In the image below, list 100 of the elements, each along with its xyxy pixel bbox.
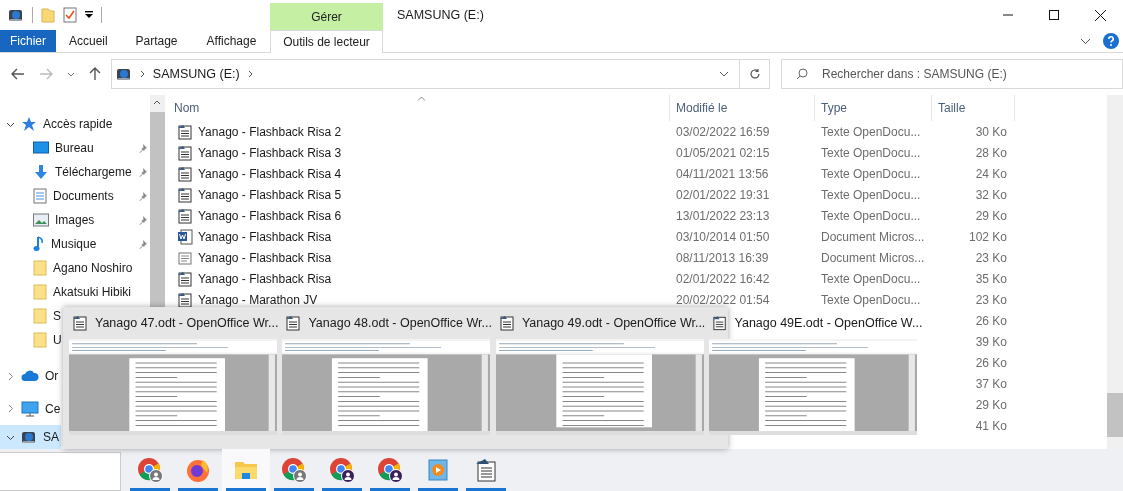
nav-item[interactable]: U xyxy=(0,328,64,352)
window-thumbnail[interactable]: Yanago 48.odt - OpenOffice Wr... xyxy=(282,307,492,449)
file-name[interactable]: Yanago - Flashback Risa xyxy=(198,250,332,265)
nav-item[interactable]: Téléchargeme xyxy=(0,160,150,184)
file-size: 35 Ko xyxy=(975,271,1007,286)
back-arrow-icon[interactable] xyxy=(11,68,25,80)
nav-item[interactable]: Documents xyxy=(0,184,150,208)
window-thumbnail[interactable]: Yanago 49E.odt - OpenOffice W... xyxy=(709,307,923,449)
recent-dropdown-icon[interactable] xyxy=(66,71,75,77)
column-header[interactable]: Taille xyxy=(932,95,1015,121)
chevron-right-icon[interactable] xyxy=(139,70,145,78)
file-size: 29 Ko xyxy=(975,397,1007,412)
nav-item[interactable]: Ce xyxy=(0,392,63,425)
nav-item[interactable]: Images xyxy=(0,208,150,232)
search-field[interactable] xyxy=(0,452,121,491)
scroll-up-icon[interactable] xyxy=(153,100,162,105)
writer-document-icon xyxy=(177,270,193,287)
search-field[interactable]: Rechercher dans : SAMSUNG (E:) xyxy=(781,59,1123,89)
scrollbar[interactable] xyxy=(1107,95,1123,449)
nav-label: Ce xyxy=(45,401,61,416)
scroll-thumb[interactable] xyxy=(1107,393,1123,437)
modified-date: 13/01/2022 23:13 xyxy=(676,208,770,223)
nav-item[interactable]: Musique xyxy=(0,232,150,256)
customize-dropdown-icon[interactable] xyxy=(85,11,93,19)
nav-label: Bureau xyxy=(55,141,94,155)
expand-ribbon-icon[interactable] xyxy=(1080,37,1091,45)
writer-document-icon xyxy=(712,315,728,331)
nav-item[interactable]: SA xyxy=(0,425,61,449)
column-header[interactable]: Modifié le xyxy=(670,95,815,121)
modified-date: 02/01/2022 16:42 xyxy=(676,271,770,286)
close-icon[interactable] xyxy=(1095,9,1106,21)
ribbon-tab[interactable]: Partage xyxy=(120,30,193,52)
pin-icon[interactable] xyxy=(137,215,148,225)
writer-document-icon xyxy=(177,123,193,140)
file-type: Texte OpenDocu... xyxy=(821,124,921,139)
dropdown-chevron-icon[interactable] xyxy=(719,71,730,77)
writer-document-icon xyxy=(177,165,193,182)
file-size: 28 Ko xyxy=(975,145,1007,160)
file-size: 26 Ko xyxy=(975,355,1007,370)
chevron-right-icon[interactable] xyxy=(247,70,253,78)
chevron-right-icon[interactable] xyxy=(6,371,15,381)
properties-icon[interactable] xyxy=(63,7,77,23)
help-icon[interactable] xyxy=(1103,33,1119,49)
ribbon-tab[interactable]: Accueil xyxy=(56,30,120,52)
writer-document-icon xyxy=(177,291,193,308)
ribbon-tab[interactable]: Outils de lecteur xyxy=(270,30,383,53)
address-bar[interactable]: SAMSUNG (E:) xyxy=(110,59,741,89)
file-name[interactable]: Yanago - Marathon JV xyxy=(198,292,318,307)
up-arrow-icon[interactable] xyxy=(88,67,101,81)
file-name[interactable]: Yanago - Flashback Risa xyxy=(198,271,332,286)
writer-document-icon xyxy=(285,315,302,331)
refresh-icon xyxy=(748,68,761,80)
word-document-icon xyxy=(177,228,193,245)
window-thumbnail[interactable]: Yanago 47.odt - OpenOffice Wr... xyxy=(69,307,279,449)
file-name[interactable]: Yanago - Flashback Risa 4 xyxy=(198,166,342,181)
file-name[interactable]: Yanago - Flashback Risa 5 xyxy=(198,187,342,202)
writer-document-icon xyxy=(72,315,88,331)
pin-icon[interactable] xyxy=(137,239,148,249)
nav-label: Akatsuki Hibiki xyxy=(53,285,132,299)
nav-label: SA xyxy=(43,430,59,444)
search-icon xyxy=(796,68,808,80)
nav-item[interactable]: Or xyxy=(0,360,61,392)
window-thumbnail[interactable]: Yanago 49.odt - OpenOffice Wr... xyxy=(495,307,706,449)
column-header[interactable]: Nom xyxy=(160,95,670,121)
file-size: 102 Ko xyxy=(968,229,1007,244)
file-name[interactable]: Yanago - Flashback Risa 3 xyxy=(198,145,342,160)
thumbnail-title: Yanago 47.odt - OpenOffice Wr... xyxy=(95,316,279,330)
pin-icon[interactable] xyxy=(137,191,148,201)
drive-icon[interactable] xyxy=(8,7,24,23)
drive-icon xyxy=(115,66,132,82)
file-size: 29 Ko xyxy=(975,208,1007,223)
nav-label: U xyxy=(53,333,62,347)
ribbon-tab[interactable]: Affichage xyxy=(193,30,270,52)
file-name[interactable]: Yanago - Flashback Risa xyxy=(198,229,332,244)
file-name[interactable]: Yanago - Flashback Risa 6 xyxy=(198,208,342,223)
modified-date: 20/02/2022 01:54 xyxy=(676,292,770,307)
folder-icon xyxy=(33,260,47,276)
browser-profile-icon xyxy=(137,457,163,483)
writer-document-icon xyxy=(177,144,193,161)
nav-item[interactable]: Akatsuki Hibiki xyxy=(0,280,134,304)
nav-item[interactable]: Bureau xyxy=(0,136,150,160)
nav-item[interactable]: Accès rapide xyxy=(0,112,115,136)
nav-item[interactable]: Agano Noshiro xyxy=(0,256,135,280)
pin-icon[interactable] xyxy=(137,167,148,177)
modified-date: 03/02/2022 16:59 xyxy=(676,124,770,139)
music-note-icon xyxy=(33,236,45,252)
pin-icon[interactable] xyxy=(137,143,148,153)
ribbon-tab[interactable]: Fichier xyxy=(0,30,56,52)
file-name[interactable]: Yanago - Flashback Risa 2 xyxy=(198,124,342,139)
maximize-icon[interactable] xyxy=(1049,10,1059,20)
nav-item[interactable]: S xyxy=(0,304,63,328)
breadcrumb-item[interactable]: SAMSUNG (E:) xyxy=(152,67,240,81)
nav-label: Musique xyxy=(51,237,97,251)
column-header[interactable]: Type xyxy=(815,95,932,121)
refresh-button[interactable] xyxy=(740,59,770,89)
image-icon xyxy=(33,213,49,227)
file-size: 23 Ko xyxy=(975,292,1007,307)
writer-document-icon xyxy=(177,207,193,224)
chevron-right-icon[interactable] xyxy=(6,404,15,413)
browser-profile-icon xyxy=(281,457,307,483)
